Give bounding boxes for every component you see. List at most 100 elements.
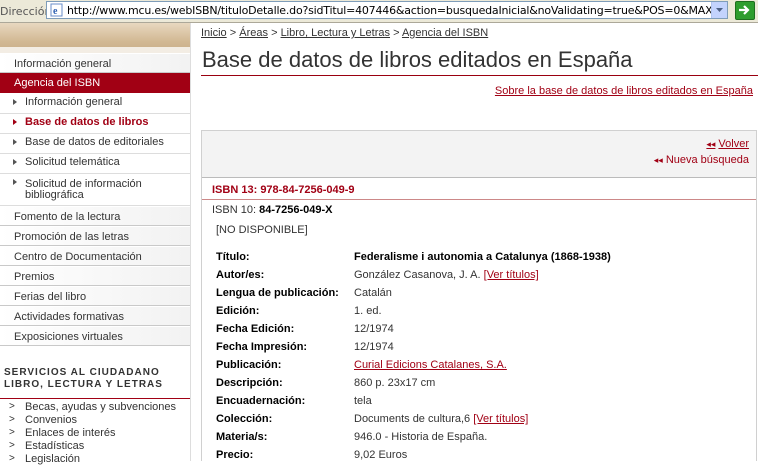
go-button[interactable] [735, 1, 755, 20]
field-value: González Casanova, J. A. [354, 269, 481, 281]
isbn-divider [202, 199, 756, 200]
sidebar-item-fomento-lectura[interactable]: Fomento de la lectura [0, 207, 190, 226]
services-item-convenios[interactable]: > Convenios [0, 414, 190, 427]
sidebar-item-informacion-general[interactable]: Información general [0, 54, 190, 73]
chevron-right-icon: > [9, 414, 15, 425]
isbn13-value: 978-84-7256-049-9 [260, 184, 355, 196]
svg-text:e: e [53, 6, 58, 17]
isbn13-label: ISBN 13: [212, 184, 258, 196]
isbn10-value: 84-7256-049-X [259, 204, 333, 216]
sidebar-section-label: Agencia del ISBN [14, 77, 101, 89]
isbn10-line: ISBN 10: 84-7256-049-X [212, 204, 332, 216]
breadcrumb-link-inicio[interactable]: Inicio [201, 27, 227, 39]
sidebar-item-label: Fomento de la lectura [14, 211, 121, 223]
record-actions-bar: ◂◂ Volver ◂◂ Nueva búsqueda [202, 131, 756, 178]
field-link[interactable]: [Ver títulos] [484, 269, 539, 281]
new-search-label: Nueva búsqueda [665, 154, 749, 166]
breadcrumb-link-libro[interactable]: Libro, Lectura y Letras [281, 27, 390, 39]
breadcrumb: Inicio > Áreas > Libro, Lectura y Letras… [201, 27, 488, 39]
chevron-down-icon [716, 8, 723, 12]
about-database-link[interactable]: Sobre la base de datos de libros editado… [495, 85, 753, 97]
services-item-enlaces[interactable]: > Enlaces de interés [0, 427, 190, 440]
field-value: 946.0 - Historia de España. [354, 431, 488, 443]
field-value: 9,02 Euros [354, 449, 408, 461]
url-field[interactable]: e http://www.mcu.es/webISBN/tituloDetall… [46, 1, 728, 19]
availability-status: [NO DISPONIBLE] [216, 224, 308, 236]
new-search-link[interactable]: ◂◂ Nueva búsqueda [654, 154, 749, 166]
field-value-row: González Casanova, J. A. [Ver títulos] [354, 269, 539, 281]
field-value: 12/1974 [354, 341, 394, 353]
field-key: Edición: [216, 305, 260, 317]
field-value: tela [354, 395, 372, 407]
field-value: Federalisme i autonomia a Catalunya (186… [354, 251, 611, 263]
services-item-becas[interactable]: > Becas, ayudas y subvenciones [0, 401, 190, 414]
field-key: Colección: [216, 413, 273, 425]
field-key: Fecha Impresión: [216, 341, 308, 353]
field-value: 1. ed. [354, 305, 382, 317]
services-item-label: Convenios [25, 414, 77, 426]
sidebar-item-label: Exposiciones virtuales [14, 331, 123, 343]
sidebar-item-label: Premios [14, 271, 55, 283]
sidebar-item-label: Promoción de las letras [14, 231, 129, 243]
sidebar-item-promocion-letras[interactable]: Promoción de las letras [0, 227, 190, 246]
sidebar-section-agencia-isbn[interactable]: Agencia del ISBN [0, 73, 190, 93]
double-chevron-left-icon: ◂◂ [706, 139, 716, 149]
sidebar-sub-base-datos-libros[interactable]: Base de datos de libros [0, 114, 190, 134]
bullet-icon [13, 179, 17, 185]
services-item-estadisticas[interactable]: > Estadísticas [0, 440, 190, 453]
sidebar-item-actividades-formativas[interactable]: Actividades formativas [0, 307, 190, 326]
breadcrumb-link-areas[interactable]: Áreas [239, 27, 268, 39]
services-divider [0, 398, 190, 399]
field-key: Título: [216, 251, 250, 263]
breadcrumb-link-agencia[interactable]: Agencia del ISBN [402, 27, 488, 39]
sidebar-sub-solicitud-telematica[interactable]: Solicitud telemática [0, 154, 190, 174]
sidebar-item-ferias-libro[interactable]: Ferias del libro [0, 287, 190, 306]
services-heading: SERVICIOS AL CIUDADANO LIBRO, LECTURA Y … [4, 367, 163, 390]
field-link[interactable]: Curial Edicions Catalanes, S.A. [354, 359, 507, 371]
double-chevron-left-icon: ◂◂ [653, 155, 663, 165]
field-value-row: 9,02 Euros [354, 449, 407, 461]
url-dropdown-button[interactable] [711, 2, 727, 18]
sidebar-banner [0, 23, 190, 53]
field-key: Materia/s: [216, 431, 268, 443]
field-key: Descripción: [216, 377, 283, 389]
ie-page-icon: e [50, 3, 63, 17]
bullet-icon [13, 119, 17, 125]
field-value-row: tela [354, 395, 372, 407]
isbn13-heading: ISBN 13: 978-84-7256-049-9 [212, 184, 355, 196]
sidebar-sub-label: Solicitud telemática [25, 156, 120, 168]
field-value-row: 1. ed. [354, 305, 382, 317]
sidebar-sub-label: Base de datos de editoriales [25, 136, 164, 148]
field-key: Publicación: [216, 359, 282, 371]
sidebar-item-centro-documentacion[interactable]: Centro de Documentación [0, 247, 190, 266]
title-divider [201, 75, 758, 76]
sidebar-sub-informacion-general[interactable]: Información general [0, 94, 190, 114]
field-link[interactable]: [Ver títulos] [473, 413, 528, 425]
address-label: Dirección [0, 5, 52, 18]
field-value-row: Curial Edicions Catalanes, S.A. [354, 359, 507, 371]
sidebar-sub-label: Base de datos de libros [25, 116, 149, 128]
field-value-row: 12/1974 [354, 341, 394, 353]
services-item-label: Legislación [25, 453, 81, 465]
sidebar-item-label: Ferias del libro [14, 291, 87, 303]
isbn10-label: ISBN 10: [212, 204, 257, 216]
field-value: Catalán [354, 287, 392, 299]
field-key: Lengua de publicación: [216, 287, 339, 299]
services-item-label: Becas, ayudas y subvenciones [25, 401, 177, 413]
services-item-legislacion[interactable]: > Legislación [0, 453, 190, 466]
field-key: Encuadernación: [216, 395, 306, 407]
record-card: ◂◂ Volver ◂◂ Nueva búsqueda ISBN 13: 978-8… [201, 130, 757, 461]
bullet-icon [13, 99, 17, 105]
breadcrumb-separator: > [229, 27, 237, 39]
field-value-row: Federalisme i autonomia a Catalunya (186… [354, 251, 611, 263]
sidebar-item-premios[interactable]: Premios [0, 267, 190, 286]
back-link[interactable]: ◂◂ Volver [706, 138, 749, 150]
sidebar-sub-base-datos-editoriales[interactable]: Base de datos de editoriales [0, 134, 190, 154]
field-value-row: 860 p. 23x17 cm [354, 377, 435, 389]
field-value: 860 p. 23x17 cm [354, 377, 436, 389]
field-value-row: Documents de cultura,6 [Ver títulos] [354, 413, 528, 425]
sidebar-sub-solicitud-informacion[interactable]: Solicitud de información bibliográfica [0, 174, 190, 206]
sidebar-item-exposiciones-virtuales[interactable]: Exposiciones virtuales [0, 327, 190, 346]
sidebar-sub-label: Solicitud de información bibliográfica [25, 178, 142, 201]
sidebar-item-label: Información general [14, 58, 112, 70]
